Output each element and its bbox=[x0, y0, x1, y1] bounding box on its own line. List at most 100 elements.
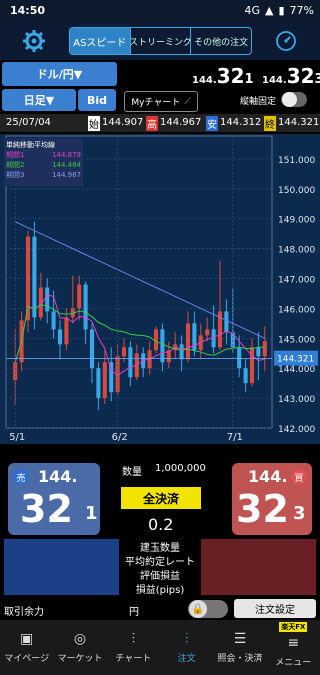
candle-body bbox=[83, 284, 88, 330]
candle-body bbox=[121, 347, 127, 357]
order-icon: ⫶ bbox=[184, 631, 189, 647]
ask-price-small: 144. bbox=[262, 75, 287, 86]
y-tick-label: 143.000 bbox=[278, 395, 315, 405]
y-tick-label: 144.000 bbox=[278, 365, 315, 375]
position-row: 評価損益 bbox=[4, 567, 316, 582]
low-value: 144.312 bbox=[220, 117, 262, 128]
quantity-label: 数量 bbox=[122, 467, 142, 478]
status-bar: 14:50 4G ▲ ▮ 77% bbox=[0, 0, 320, 22]
candle-body bbox=[256, 347, 261, 357]
ask-price-frac: 3 bbox=[314, 72, 320, 87]
y-tick-label: 145.000 bbox=[278, 335, 315, 345]
globe-icon: ◎ bbox=[73, 631, 87, 647]
ma-legend-title: 単純移動平均線 bbox=[6, 141, 55, 149]
candle-body bbox=[262, 341, 267, 357]
candle-body bbox=[77, 284, 82, 309]
chart-line-icon: ⟋ bbox=[184, 96, 191, 107]
buy-price-big: 32 bbox=[236, 487, 289, 531]
status-icons: 4G ▲ ▮ 77% bbox=[244, 4, 314, 17]
order-type-tabs: ASスピード ストリーミング その他の注文 bbox=[69, 27, 252, 55]
quantity-value[interactable]: 1,000,000 bbox=[155, 463, 206, 474]
ma-legend-row: 期間2 144.484 bbox=[6, 160, 81, 170]
nav-order[interactable]: ⫶ 注文 bbox=[160, 620, 213, 675]
close-all-button[interactable]: 全決済 bbox=[121, 487, 201, 509]
sell-badge: 売 bbox=[13, 469, 29, 485]
order-settings-button[interactable]: 注文設定 bbox=[234, 599, 316, 618]
candle-body bbox=[96, 368, 101, 399]
rakuten-badge: 楽天FX bbox=[279, 622, 308, 632]
network-label: 4G bbox=[244, 4, 261, 17]
nav-menu[interactable]: 楽天FX ≡ メニュー bbox=[267, 620, 320, 675]
nav-market[interactable]: ◎ マーケット bbox=[53, 620, 106, 675]
ma1-value: 144.879 bbox=[52, 151, 81, 159]
candle-body bbox=[64, 317, 69, 345]
y-tick-label: 148.000 bbox=[278, 246, 315, 256]
position-row: 建玉数量 bbox=[4, 539, 316, 554]
bid-toggle[interactable]: Bid bbox=[78, 89, 116, 111]
buy-badge: 買 bbox=[291, 469, 307, 485]
bid-price-big: 32 bbox=[216, 64, 245, 88]
tab-as-speed[interactable]: ASスピード bbox=[70, 28, 130, 54]
candle-body bbox=[243, 368, 248, 384]
currency-pair-select[interactable]: ドル/円▼ bbox=[2, 62, 117, 86]
price-chart[interactable]: 151.000 150.000 149.000 148.000 147.000 146.0… bbox=[0, 134, 320, 444]
candle-body bbox=[128, 347, 133, 378]
candle-body bbox=[179, 344, 184, 360]
buy-price-frac: 3 bbox=[293, 503, 306, 524]
clock: 14:50 bbox=[10, 4, 46, 17]
nav-label: 照会・決済 bbox=[217, 654, 263, 664]
nav-label: 注文 bbox=[177, 654, 196, 664]
lock-toggle[interactable]: 🔒 bbox=[188, 600, 228, 618]
list-icon: ☰ bbox=[233, 631, 247, 647]
margin-label: 取引余力 bbox=[4, 607, 44, 618]
nav-label: メニュー bbox=[275, 658, 312, 668]
close-value: 144.321 bbox=[278, 117, 320, 128]
low-label: 安 bbox=[206, 116, 218, 131]
nav-mypage[interactable]: ▣ マイページ bbox=[0, 620, 53, 675]
tab-streaming[interactable]: ストリーミング bbox=[129, 28, 190, 54]
ma3-name: 期間3 bbox=[6, 171, 25, 179]
battery-icon: ▮ bbox=[278, 4, 285, 17]
y-tick-label: 146.000 bbox=[278, 305, 315, 315]
nav-inquiry[interactable]: ☰ 照会・決済 bbox=[213, 620, 266, 675]
candle-body bbox=[237, 347, 242, 369]
period-select[interactable]: 日足▼ bbox=[2, 89, 76, 111]
candle-body bbox=[57, 329, 63, 345]
y-tick-label: 151.000 bbox=[278, 156, 315, 166]
battery-level: 77% bbox=[289, 4, 314, 17]
y-tick-label: 147.000 bbox=[278, 276, 315, 286]
nav-label: マーケット bbox=[57, 654, 103, 664]
candle-body bbox=[102, 362, 107, 399]
tab-other-orders[interactable]: その他の注文 bbox=[190, 28, 251, 54]
open-value: 144.907 bbox=[102, 117, 144, 128]
candle-body bbox=[51, 311, 56, 330]
menu-icon: ≡ bbox=[287, 635, 300, 651]
candle-body bbox=[45, 287, 50, 312]
axis-fix-label: 縦軸固定 bbox=[240, 97, 277, 107]
buy-button[interactable]: 買 144. 32 3 bbox=[232, 463, 312, 535]
y-tick-label: 150.000 bbox=[278, 186, 315, 196]
x-tick-label: 5/1 bbox=[9, 432, 25, 443]
gear-icon[interactable] bbox=[22, 29, 46, 53]
unrealized-pl-label: 評価損益 bbox=[119, 567, 201, 582]
position-summary: 建玉数量 平均約定レート 評価損益 損益(pips) bbox=[4, 539, 316, 596]
speedometer-icon[interactable] bbox=[274, 29, 298, 53]
spread-value: 0.2 bbox=[148, 515, 174, 534]
x-tick-label: 6/2 bbox=[112, 432, 128, 443]
axis-fix-toggle[interactable] bbox=[281, 92, 307, 107]
open-label: 始 bbox=[88, 116, 100, 131]
current-price-label: 144.321 bbox=[277, 355, 314, 365]
sell-button[interactable]: 売 144. 32 1 bbox=[8, 463, 100, 535]
bid-price-small: 144. bbox=[192, 75, 217, 86]
position-qty-label: 建玉数量 bbox=[119, 539, 201, 554]
x-tick-label: 7/1 bbox=[227, 432, 243, 443]
candle-body bbox=[153, 329, 159, 351]
pips-pl-label: 損益(pips) bbox=[119, 581, 201, 596]
mychart-button[interactable]: Myチャート ⟋ bbox=[124, 91, 198, 112]
ma2-name: 期間2 bbox=[6, 161, 25, 169]
ma2-value: 144.484 bbox=[52, 161, 81, 169]
nav-chart[interactable]: ⫶ チャート bbox=[107, 620, 160, 675]
candle-body bbox=[32, 236, 37, 318]
candle-body bbox=[160, 329, 165, 363]
candle-body bbox=[224, 311, 229, 333]
